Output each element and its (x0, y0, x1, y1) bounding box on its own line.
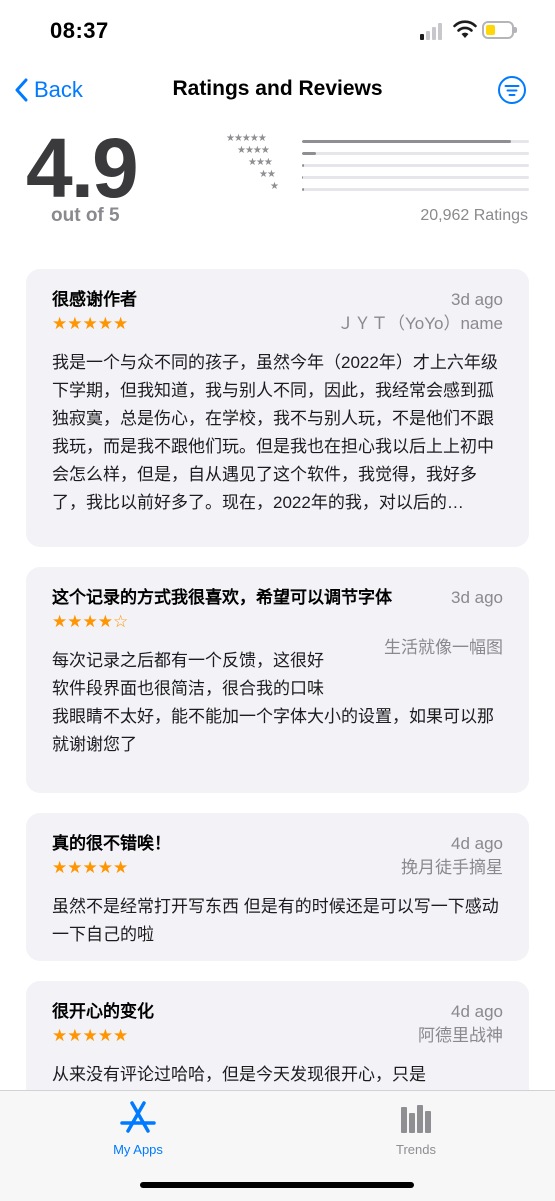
tab-label: My Apps (113, 1142, 163, 1157)
review-date: 3d ago (451, 588, 503, 607)
app-store-icon (120, 1101, 156, 1133)
review-date: 4d ago (451, 1002, 503, 1021)
review-body-line: 我眼睛不太好，能不能加一个字体大小的设置，如果可以那就谢谢您了 (52, 707, 494, 754)
tab-trends[interactable]: Trends (356, 1099, 476, 1157)
review-author: ＪＹＴ（YoYo）name (337, 314, 503, 333)
tab-label: Trends (396, 1142, 436, 1157)
four-star-rating-icon: ★★★★☆ (52, 612, 129, 631)
status-bar: 08:37 (0, 0, 555, 62)
review-card[interactable]: 这个记录的方式我很喜欢，希望可以调节字体 3d ago ★★★★☆ 生活就像一幅… (26, 567, 529, 793)
review-author: 阿德里战神 (418, 1026, 503, 1045)
ratings-count: 20,962 Ratings (420, 207, 528, 224)
rating-histogram: ★★★★★ ★★★★ ★★★ ★★ ★ (226, 133, 531, 196)
review-card[interactable]: 很感谢作者 3d ago ★★★★★ ＪＹＴ（YoYo）name 我是一个与众不… (26, 269, 529, 547)
cellular-signal-icon (420, 22, 446, 40)
histogram-row-1: ★ (226, 181, 531, 196)
review-title: 这个记录的方式我很喜欢，希望可以调节字体 (52, 588, 392, 607)
review-title: 很感谢作者 (52, 290, 137, 309)
battery-icon (482, 21, 517, 39)
home-indicator (140, 1182, 414, 1188)
bar-chart-icon (401, 1105, 431, 1133)
out-of-label: out of 5 (51, 205, 120, 226)
review-body: 我是一个与众不同的孩子，虽然今年（2022年）才上六年级下学期，但我知道，我与别… (52, 353, 498, 512)
status-time: 08:37 (50, 18, 109, 43)
tab-my-apps[interactable]: My Apps (78, 1099, 198, 1157)
review-body: 虽然不是经常打开写东西 但是有的时候还是可以写一下感动一下自己的啦 (52, 897, 499, 944)
review-body-line: 软件段界面也很简洁，很合我的口味 (52, 679, 324, 698)
histogram-bar (302, 152, 316, 155)
review-card[interactable]: 真的很不错唉！ 4d ago ★★★★★ 挽月徒手摘星 虽然不是经常打开写东西 … (26, 813, 529, 961)
two-stars-icon: ★★ (259, 169, 276, 180)
review-body: 每次记录之后都有一个反馈，这很好 软件段界面也很简洁，很合我的口味 我眼睛不太好… (52, 647, 503, 759)
review-body: 从来没有评论过哈哈，但是今天发现很开心，只是 (52, 1065, 426, 1084)
filter-button[interactable] (497, 75, 527, 105)
page-title: Ratings and Reviews (172, 77, 383, 100)
review-author: 生活就像一幅图 (384, 638, 503, 657)
average-rating: 4.9 (26, 121, 139, 215)
review-date: 3d ago (451, 290, 503, 309)
histogram-row-5: ★★★★★ (226, 133, 531, 148)
histogram-bar (302, 164, 305, 167)
review-date: 4d ago (451, 834, 503, 853)
histogram-bar (302, 176, 304, 179)
review-title: 真的很不错唉！ (52, 834, 171, 853)
histogram-bar (302, 140, 511, 143)
review-author: 挽月徒手摘星 (401, 858, 503, 877)
one-star-icon: ★ (270, 181, 279, 192)
navigation-bar: Back Ratings and Reviews (0, 62, 555, 118)
review-title: 很开心的变化 (52, 1002, 154, 1021)
four-stars-icon: ★★★★ (237, 145, 270, 156)
histogram-bar (302, 188, 305, 191)
three-stars-icon: ★★★ (248, 157, 273, 168)
wifi-icon (453, 20, 477, 38)
five-stars-icon: ★★★★★ (226, 133, 267, 144)
